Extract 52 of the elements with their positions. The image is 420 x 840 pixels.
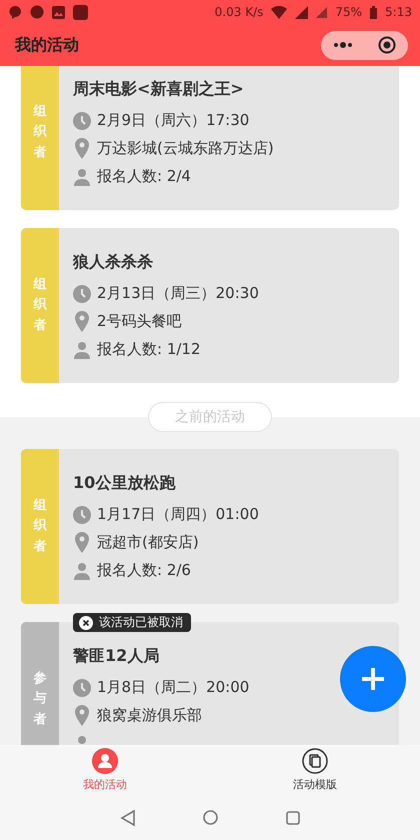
role-label: 组织者 [34, 497, 46, 556]
event-time: 2月13日（周三）20:30 [97, 284, 259, 303]
target-icon[interactable] [378, 36, 396, 54]
battery-percent: 75% [335, 5, 362, 19]
event-card[interactable]: 组织者 周末电影<新喜剧之王> 2月9日（周六）17:30 万达影城(云城东路万达店) 报名人数: 2/4 [21, 66, 399, 210]
location-pin-icon [73, 138, 91, 159]
event-time: 2月9日（周六）17:30 [97, 111, 250, 130]
signup-count: 报名人数: 2/4 [97, 167, 191, 186]
clock-icon [73, 506, 91, 524]
chat-bubble-icon [8, 5, 22, 19]
role-label: 参与者 [34, 670, 46, 729]
location-pin-icon [73, 532, 91, 553]
network-speed: 0.03 K/s [214, 5, 264, 19]
wifi-icon [271, 6, 288, 18]
more-icon[interactable] [333, 42, 354, 48]
event-title: 警匪12人局 [73, 646, 160, 666]
event-time: 1月8日（周二）20:00 [97, 678, 250, 697]
signup-count: 报名人数: 2/6 [97, 561, 191, 580]
image-icon [52, 6, 65, 18]
event-title: 周末电影<新喜剧之王> [73, 78, 245, 100]
role-label: 组织者 [34, 103, 46, 162]
role-label: 组织者 [34, 276, 46, 335]
event-card[interactable]: 组织者 狼人杀杀杀 2月13日（周三）20:30 2号码头餐吧 报名人数: 1/12 [21, 228, 399, 383]
clock-time: 5:13 [385, 5, 412, 19]
event-time: 1月17日（周四）01:00 [97, 505, 259, 524]
copy-icon [302, 748, 328, 774]
app-icon [73, 4, 88, 20]
event-place: 万达影城(云城东路万达店) [97, 139, 274, 158]
location-pin-icon [73, 705, 91, 726]
close-icon [79, 616, 93, 630]
event-place: 狼窝桌游俱乐部 [97, 706, 202, 725]
event-place: 2号码头餐吧 [97, 312, 182, 331]
event-place: 冠超市(都安店) [97, 533, 199, 552]
home-icon[interactable] [202, 810, 218, 825]
capsule-menu[interactable] [321, 30, 408, 60]
location-pin-icon [73, 311, 91, 332]
notification-circle-icon [30, 5, 44, 19]
event-title: 狼人杀杀杀 [73, 252, 154, 272]
signal-icon [295, 6, 308, 18]
clock-icon [73, 678, 91, 696]
tab[interactable]: 活动模版 [210, 745, 420, 795]
battery-icon [370, 6, 378, 18]
signal-icon [316, 6, 328, 18]
event-title: 10公里放松跑 [73, 472, 176, 494]
recent-apps-icon[interactable] [286, 810, 300, 824]
plus-icon [361, 667, 385, 691]
clock-icon [73, 112, 91, 130]
back-icon[interactable] [120, 810, 134, 826]
signup-count: 报名人数: 1/12 [97, 340, 201, 359]
clock-icon [73, 284, 91, 302]
event-card[interactable]: 组织者 10公里放松跑 1月17日（周四）01:00 冠超市(都安店) 报名人数: 2/6 [21, 449, 399, 604]
page-title: 我的活动 [15, 34, 80, 56]
